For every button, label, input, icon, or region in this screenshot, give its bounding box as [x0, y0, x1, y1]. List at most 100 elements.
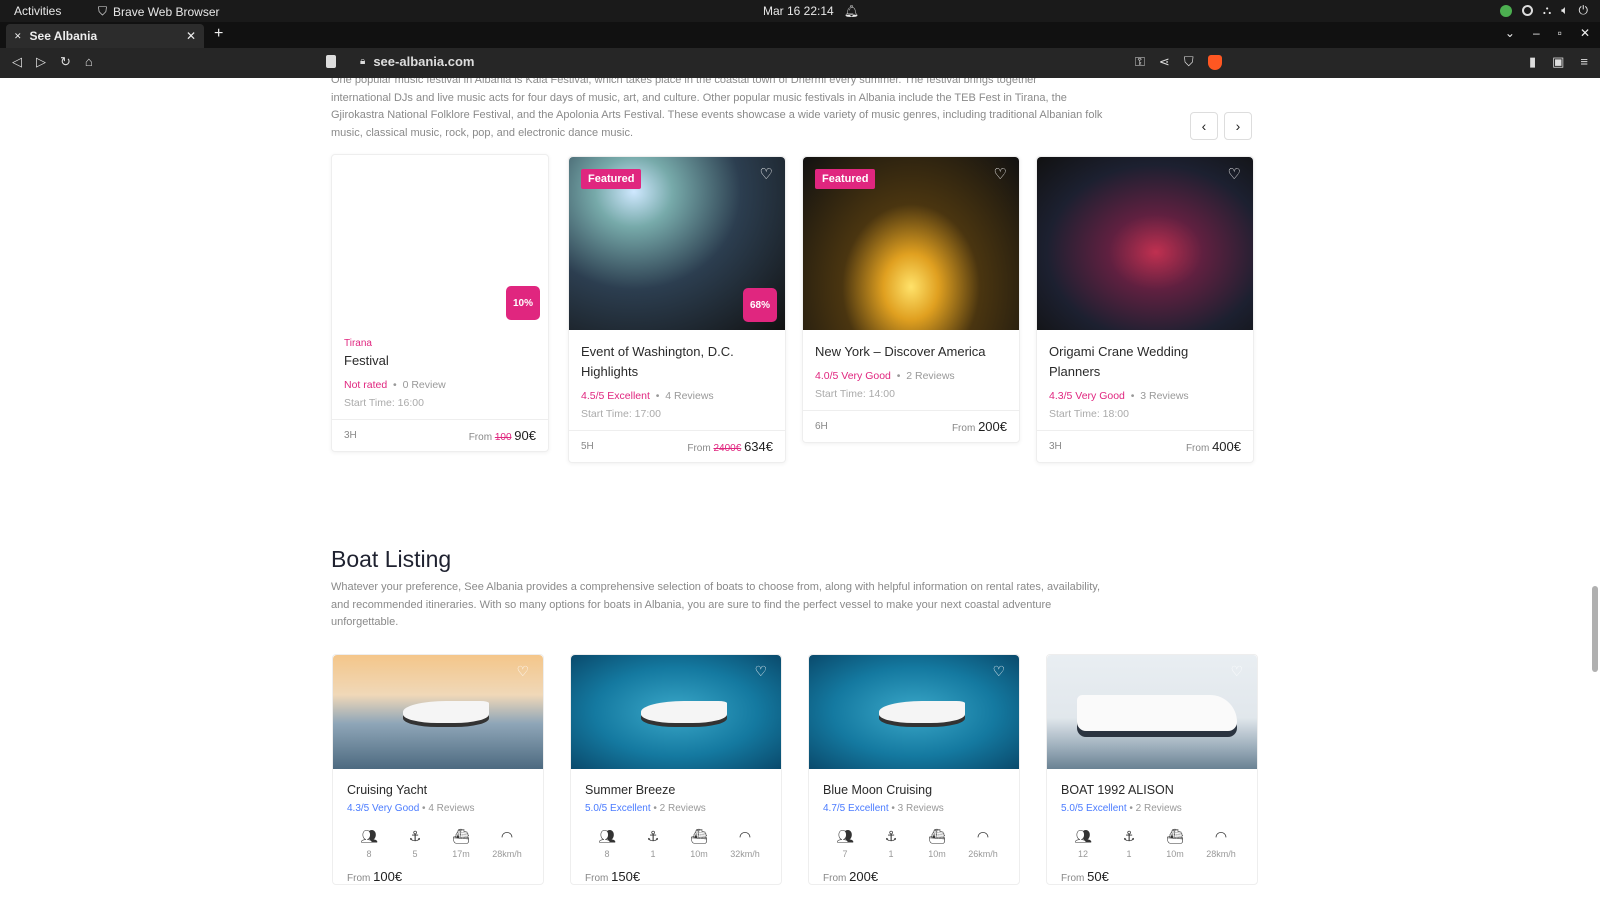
speed-value: 26km/h: [968, 849, 998, 859]
boat-length-icon: ⛴︎: [928, 828, 946, 844]
boat-specs: 👥︎ 8 ⚓︎ 1 ⛴︎ 10m ◠ 32km/h: [585, 828, 767, 859]
wishlist-heart-icon[interactable]: ♡: [994, 165, 1007, 183]
desc-line: unforgettable.: [331, 616, 399, 628]
boat-card[interactable]: ♡ Summer Breeze 5.0/5 Excellent • 2 Revi…: [570, 654, 782, 885]
price-from-label: From: [687, 443, 711, 454]
event-title[interactable]: Festival: [344, 351, 536, 371]
cabin-icon: ⚓︎: [646, 828, 660, 844]
rating-text: 4.7/5 Excellent: [823, 803, 889, 814]
reload-icon[interactable]: ↻: [60, 54, 71, 70]
intro-line: music, classical music, rock, pop, and e…: [331, 126, 634, 139]
event-rating: 4.5/5 Excellent • 4 Reviews: [581, 390, 714, 402]
carousel-arrows: ‹ ›: [1190, 112, 1252, 140]
event-image[interactable]: 10%: [332, 155, 548, 328]
key-icon[interactable]: ⚿: [1135, 54, 1145, 70]
wallet-icon[interactable]: ▣: [1552, 54, 1564, 70]
rating-text: 4.3/5 Very Good: [1049, 390, 1125, 402]
boat-image[interactable]: ♡: [809, 655, 1019, 769]
brave-shield-icon[interactable]: ⛉: [1184, 54, 1194, 70]
rating-text: 4.3/5 Very Good: [347, 803, 420, 814]
tab-see-albania[interactable]: ✕ See Albania ✕: [6, 24, 204, 48]
network-icon: ⛬: [1542, 3, 1552, 17]
boat-card[interactable]: ♡ BOAT 1992 ALISON 5.0/5 Excellent • 2 R…: [1046, 654, 1258, 885]
boat-image[interactable]: ♡: [333, 655, 543, 769]
prev-arrow-icon[interactable]: ‹: [1190, 112, 1218, 140]
wishlist-heart-icon[interactable]: ♡: [516, 663, 529, 680]
chevron-down-icon[interactable]: ⌄: [1505, 26, 1515, 40]
price-from-label: From: [951, 423, 976, 434]
back-icon[interactable]: ◁: [12, 54, 22, 70]
event-card[interactable]: Featured ♡ 68% Event of Washington, D.C.…: [568, 156, 786, 463]
boat-name[interactable]: Summer Breeze: [585, 783, 767, 797]
wishlist-heart-icon[interactable]: ♡: [754, 663, 767, 680]
home-icon[interactable]: ⌂: [85, 54, 93, 70]
rating-text: 5.0/5 Excellent: [585, 803, 651, 814]
event-footer: 6H From 200€: [803, 410, 1019, 442]
url-text: see-albania.com: [373, 54, 475, 69]
boat-card[interactable]: ♡ Cruising Yacht 4.3/5 Very Good • 4 Rev…: [332, 654, 544, 885]
minimize-icon[interactable]: –: [1533, 26, 1540, 40]
event-start-time: Start Time: 16:00: [344, 397, 424, 409]
current-price: 200€: [978, 419, 1007, 434]
boat-price: From 100€: [347, 869, 529, 884]
speedometer-icon: ◠: [738, 828, 752, 844]
bookmark-icon[interactable]: [326, 55, 336, 68]
guests-icon: 👥︎: [360, 828, 378, 844]
event-title[interactable]: Event of Washington, D.C. Highlights: [581, 342, 773, 382]
length-value: 10m: [690, 849, 708, 859]
boat-card[interactable]: ♡ Blue Moon Cruising 4.7/5 Excellent • 3…: [808, 654, 1020, 885]
boat-name[interactable]: Blue Moon Cruising: [823, 783, 1005, 797]
intro-line: One popular music festival in Albania is…: [331, 78, 1037, 86]
length-value: 10m: [1166, 849, 1184, 859]
review-count: 2 Reviews: [906, 370, 955, 382]
page-content: One popular music festival in Albania is…: [0, 78, 1600, 900]
boat-listing-heading: Boat Listing: [331, 546, 452, 572]
boat-image[interactable]: ♡: [571, 655, 781, 769]
close-window-icon[interactable]: ✕: [1580, 26, 1590, 40]
event-title[interactable]: Origami Crane Wedding Planners: [1049, 342, 1241, 382]
event-rating: 4.0/5 Very Good • 2 Reviews: [815, 370, 955, 382]
rating-text: 4.0/5 Very Good: [815, 370, 891, 382]
spec-cabins: ⚓︎ 5: [395, 828, 435, 859]
scrollbar[interactable]: [1592, 586, 1598, 672]
wishlist-heart-icon[interactable]: ♡: [1230, 663, 1243, 680]
boat-listing-description: Whatever your preference, See Albania pr…: [331, 579, 1261, 632]
cabin-icon: ⚓︎: [884, 828, 898, 844]
boat-image[interactable]: ♡: [1047, 655, 1257, 769]
wishlist-heart-icon[interactable]: ♡: [760, 165, 773, 183]
sidebar-icon[interactable]: ▮: [1529, 54, 1536, 70]
length-value: 10m: [928, 849, 946, 859]
brave-lion-icon: ⛉: [98, 4, 108, 18]
event-footer: 5H From 2400€ 634€: [569, 430, 785, 462]
event-location[interactable]: Tirana: [344, 338, 536, 349]
next-arrow-icon[interactable]: ›: [1224, 112, 1252, 140]
wishlist-heart-icon[interactable]: ♡: [992, 663, 1005, 680]
address-bar: ◁ ▷ ↻ ⌂ 🔒︎ see-albania.com ⚿ ⋖ ⛉ ▮ ▣ ≡: [0, 48, 1600, 78]
share-icon[interactable]: ⋖: [1159, 54, 1170, 70]
clock[interactable]: Mar 16 22:14 🔔︎: [763, 4, 859, 18]
boat-name[interactable]: BOAT 1992 ALISON: [1061, 783, 1243, 797]
event-image[interactable]: Featured ♡ 68%: [569, 157, 785, 330]
event-image[interactable]: ♡: [1037, 157, 1253, 330]
event-card[interactable]: Featured ♡ New York – Discover America 4…: [802, 156, 1020, 443]
boat-name[interactable]: Cruising Yacht: [347, 783, 529, 797]
boat-price: From 50€: [1061, 869, 1243, 884]
wishlist-heart-icon[interactable]: ♡: [1228, 165, 1241, 183]
system-tray[interactable]: ⛬ 🔈︎ ⏻: [1499, 3, 1588, 18]
app-menu[interactable]: ⛉ Brave Web Browser: [98, 4, 220, 19]
event-image[interactable]: Featured ♡: [803, 157, 1019, 330]
event-card[interactable]: 10% Tirana Festival Not rated • 0 Review…: [331, 154, 549, 452]
rating-text: 5.0/5 Excellent: [1061, 803, 1127, 814]
current-price: 100€: [373, 869, 403, 884]
menu-icon[interactable]: ≡: [1580, 54, 1588, 70]
maximize-icon[interactable]: ▫: [1558, 26, 1562, 40]
forward-icon[interactable]: ▷: [36, 54, 46, 70]
activities-button[interactable]: Activities: [14, 4, 61, 18]
new-tab-button[interactable]: +: [214, 25, 223, 43]
event-title[interactable]: New York – Discover America: [815, 342, 1007, 362]
close-tab-icon[interactable]: ✕: [186, 29, 196, 43]
boat-length-icon: ⛴︎: [690, 828, 708, 844]
url-field[interactable]: 🔒︎ see-albania.com: [360, 54, 474, 69]
event-card[interactable]: ♡ Origami Crane Wedding Planners 4.3/5 V…: [1036, 156, 1254, 463]
brave-rewards-icon[interactable]: [1207, 54, 1222, 70]
